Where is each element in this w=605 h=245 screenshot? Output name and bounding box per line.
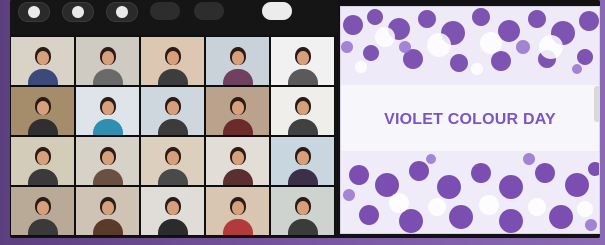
participant-body bbox=[27, 119, 58, 135]
participant-thumb[interactable] bbox=[106, 2, 138, 22]
participant-body bbox=[92, 169, 123, 185]
participant-face bbox=[166, 151, 179, 165]
participant-face bbox=[296, 51, 309, 65]
participant-body bbox=[157, 169, 188, 185]
participant-face bbox=[231, 201, 244, 215]
participant-face bbox=[36, 151, 49, 165]
participant-video-tile[interactable] bbox=[205, 36, 270, 86]
participant-video-tile[interactable] bbox=[10, 86, 75, 136]
participant-body bbox=[287, 169, 318, 185]
meeting-frame: VIOLET COLOUR DAY bbox=[0, 0, 605, 245]
participant-body bbox=[92, 119, 123, 135]
participant-video-tile[interactable] bbox=[270, 36, 335, 86]
participant-video-tile[interactable] bbox=[10, 36, 75, 86]
participant-video-tile[interactable] bbox=[140, 86, 205, 136]
shared-slide: VIOLET COLOUR DAY bbox=[340, 6, 600, 234]
participant-video-tile[interactable] bbox=[270, 86, 335, 136]
participant-face bbox=[36, 51, 49, 65]
participant-thumb[interactable] bbox=[150, 2, 180, 20]
flower-border-top bbox=[341, 7, 599, 85]
participant-body bbox=[27, 219, 58, 235]
participant-face bbox=[36, 201, 49, 215]
scroll-tab[interactable] bbox=[594, 86, 600, 122]
participant-body bbox=[222, 119, 253, 135]
participant-body bbox=[287, 219, 318, 235]
participant-thumb[interactable] bbox=[262, 2, 292, 20]
participant-face bbox=[101, 151, 114, 165]
participant-face bbox=[101, 51, 114, 65]
slide-title: VIOLET COLOUR DAY bbox=[384, 111, 556, 128]
participant-face bbox=[101, 201, 114, 215]
participant-face bbox=[166, 51, 179, 65]
participants-top-strip bbox=[10, 0, 338, 34]
flower-pattern bbox=[341, 151, 599, 233]
participant-video-tile[interactable] bbox=[75, 186, 140, 236]
participant-video-tile[interactable] bbox=[270, 186, 335, 236]
participant-body bbox=[222, 69, 253, 85]
participant-face bbox=[231, 51, 244, 65]
participant-video-tile[interactable] bbox=[75, 36, 140, 86]
participant-body bbox=[157, 69, 188, 85]
flower-pattern bbox=[341, 7, 599, 85]
participant-video-tile[interactable] bbox=[75, 136, 140, 186]
participant-face bbox=[231, 101, 244, 115]
participant-video-tile[interactable] bbox=[140, 136, 205, 186]
participant-video-tile[interactable] bbox=[205, 186, 270, 236]
participant-thumb[interactable] bbox=[62, 2, 94, 22]
participant-body bbox=[157, 219, 188, 235]
participant-body bbox=[157, 119, 188, 135]
participant-thumb[interactable] bbox=[18, 2, 50, 22]
flower-border-bottom bbox=[341, 151, 599, 233]
participant-body bbox=[92, 219, 123, 235]
participant-body bbox=[27, 169, 58, 185]
participant-gallery-grid bbox=[10, 36, 338, 238]
participant-video-tile[interactable] bbox=[270, 136, 335, 186]
participant-face bbox=[166, 101, 179, 115]
participant-face bbox=[231, 151, 244, 165]
participant-body bbox=[287, 119, 318, 135]
participant-video-tile[interactable] bbox=[10, 186, 75, 236]
participant-video-tile[interactable] bbox=[140, 186, 205, 236]
participant-video-tile[interactable] bbox=[75, 86, 140, 136]
participant-body bbox=[287, 69, 318, 85]
participant-face bbox=[36, 101, 49, 115]
participant-body bbox=[222, 169, 253, 185]
participant-body bbox=[222, 219, 253, 235]
participant-video-tile[interactable] bbox=[205, 86, 270, 136]
participant-face bbox=[101, 101, 114, 115]
participant-video-tile[interactable] bbox=[140, 36, 205, 86]
participant-face bbox=[166, 201, 179, 215]
participant-body bbox=[92, 69, 123, 85]
participant-video-tile[interactable] bbox=[10, 136, 75, 186]
video-meeting-window: VIOLET COLOUR DAY bbox=[10, 0, 600, 238]
participant-face bbox=[296, 151, 309, 165]
participant-face bbox=[296, 101, 309, 115]
participant-body bbox=[27, 69, 58, 85]
participant-video-tile[interactable] bbox=[205, 136, 270, 186]
participant-face bbox=[296, 201, 309, 215]
participant-thumb[interactable] bbox=[194, 2, 224, 20]
